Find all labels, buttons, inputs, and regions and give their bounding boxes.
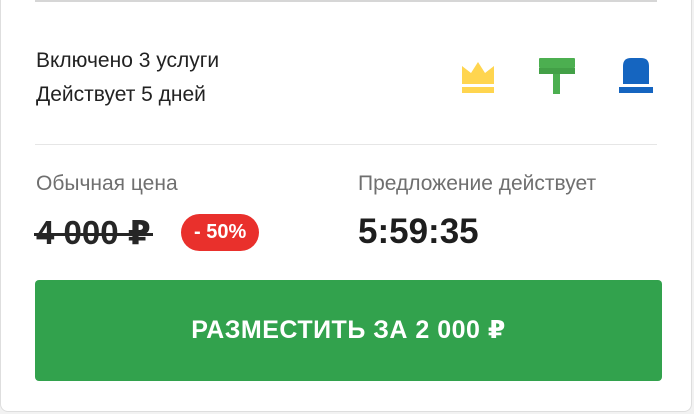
duration-text: Действует 5 дней [36, 83, 206, 106]
service-icons [461, 56, 653, 94]
countdown-timer: 5:59:35 [358, 212, 479, 251]
discount-badge: - 50% [181, 214, 260, 251]
top-divider [35, 0, 657, 2]
crown-icon [462, 62, 494, 93]
offer-label: Предложение действует [358, 172, 597, 195]
package-info: Включено 3 услуги Действует 5 дней [36, 44, 219, 112]
services-included-text: Включено 3 услуги [36, 49, 220, 72]
siren-icon [619, 58, 653, 93]
strikethrough-line [34, 233, 153, 236]
place-ad-button[interactable]: РАЗМЕСТИТЬ ЗА 2 000 ₽ [35, 280, 662, 381]
promotion-package-card: Включено 3 услуги Действует 5 дней Обычн… [0, 0, 692, 412]
section-divider [35, 144, 657, 145]
paint-roller-icon [539, 58, 575, 94]
old-price: 4 000 ₽ [34, 213, 153, 252]
regular-price-label: Обычная цена [36, 172, 178, 195]
